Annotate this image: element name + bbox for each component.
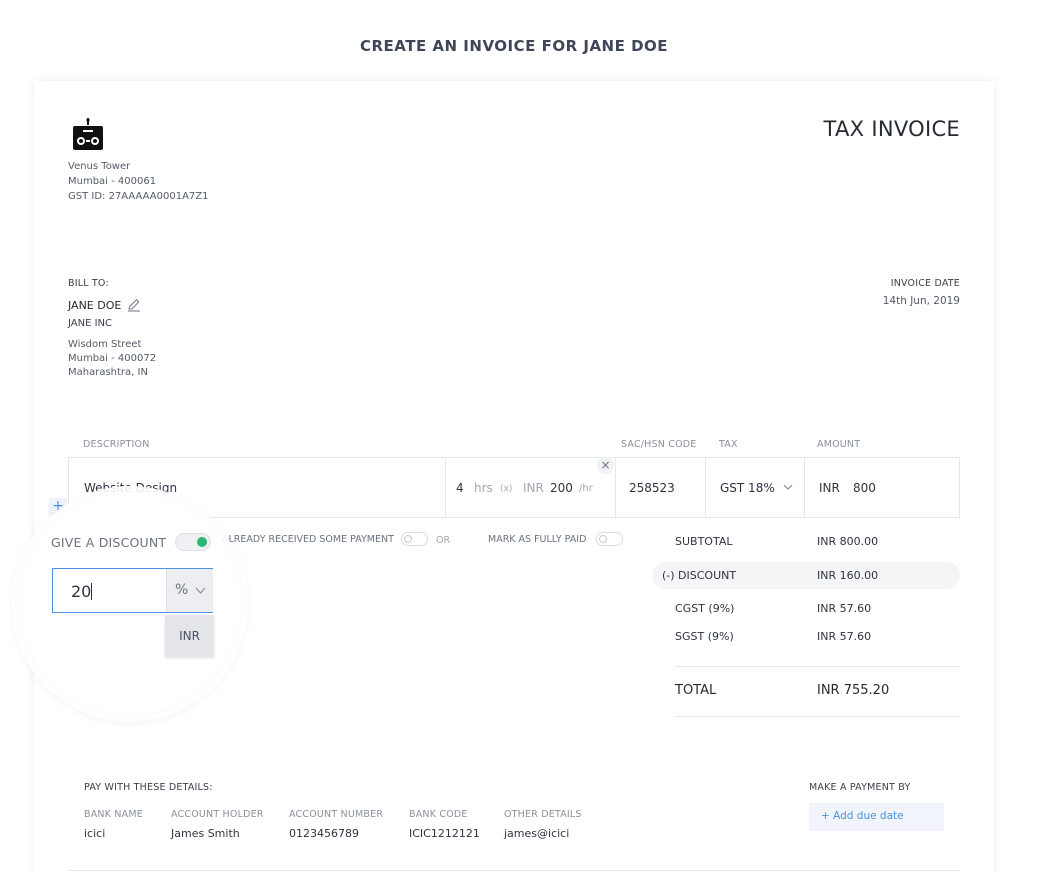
discount-unit-value: % <box>175 582 189 598</box>
rate-unit: /hr <box>579 483 593 494</box>
line-item-row: Website Design 4 hrs (x) INR 200 /hr × 2… <box>68 457 960 518</box>
account-number-label: ACCOUNT NUMBER <box>289 809 384 820</box>
col-amount-header: AMOUNT <box>817 439 861 450</box>
discount-label: GIVE A DISCOUNT <box>51 535 167 550</box>
subtotal-label: SUBTOTAL <box>675 535 733 548</box>
remove-item-icon[interactable]: × <box>597 457 614 474</box>
cgst-label: CGST (9%) <box>675 602 735 615</box>
received-payment-label: ALREADY RECEIVED SOME PAYMENT <box>222 534 394 545</box>
quantity-unit: hrs <box>474 481 493 495</box>
col-tax-header: TAX <box>719 439 738 450</box>
summary-divider <box>675 666 960 667</box>
item-rate-input[interactable]: 200 <box>550 481 573 495</box>
discount-value: INR 160.00 <box>817 569 879 582</box>
amount-currency: INR <box>819 481 840 495</box>
discount-input[interactable]: 20 % <box>52 568 213 613</box>
edit-client-icon[interactable] <box>127 298 141 312</box>
col-description-header: DESCRIPTION <box>83 439 150 450</box>
company-logo-icon <box>73 118 103 150</box>
account-holder-value: James Smith <box>171 827 240 840</box>
add-due-date-button[interactable]: + Add due date <box>809 803 944 831</box>
cgst-value: INR 57.60 <box>817 602 872 615</box>
tax-select-value: GST 18% <box>720 481 775 495</box>
total-divider <box>675 716 960 717</box>
chevron-down-icon <box>195 587 206 594</box>
sgst-value: INR 57.60 <box>817 630 872 643</box>
received-payment-toggle[interactable] <box>401 532 428 546</box>
discount-unit-option-inr[interactable]: INR <box>165 615 214 657</box>
invoice-card: TAX INVOICE Venus Tower Mumbai - 400061 … <box>34 81 994 872</box>
payment-details-title: PAY WITH THESE DETAILS: <box>84 782 213 793</box>
tax-select[interactable]: GST 18% <box>705 458 804 517</box>
item-sac-input[interactable]: 258523 <box>629 481 675 495</box>
client-company: JANE INC <box>68 318 113 329</box>
account-number-value: 0123456789 <box>289 827 359 840</box>
bill-to-label: BILL TO: <box>68 278 109 289</box>
add-item-button[interactable]: + <box>49 498 67 516</box>
item-amount: 800 <box>853 481 876 495</box>
invoice-title: TAX INVOICE <box>823 117 960 141</box>
item-description-input[interactable]: Website Design <box>84 481 177 495</box>
sgst-label: SGST (9%) <box>675 630 734 643</box>
bank-name-value: icici <box>84 827 106 840</box>
multiply-sign: (x) <box>500 484 513 494</box>
discount-label: (-) DISCOUNT <box>662 569 737 582</box>
subtotal-value: INR 800.00 <box>817 535 879 548</box>
account-holder-label: ACCOUNT HOLDER <box>171 809 264 820</box>
chevron-down-icon <box>783 484 793 490</box>
fully-paid-label: MARK AS FULLY PAID <box>488 534 587 545</box>
item-quantity-input[interactable]: 4 <box>456 481 464 495</box>
due-date-label: MAKE A PAYMENT BY <box>809 782 911 793</box>
bank-code-value: ICIC1212121 <box>409 827 480 840</box>
col-sac-header: SAC/HSN CODE <box>621 439 697 450</box>
fully-paid-toggle[interactable] <box>596 532 623 546</box>
other-details-label: OTHER DETAILS <box>504 809 582 820</box>
client-address-line2: Mumbai - 400072 <box>68 353 157 364</box>
bank-code-label: BANK CODE <box>409 809 468 820</box>
discount-value-text: 20 <box>71 582 92 601</box>
other-details-value: james@icici <box>504 827 570 840</box>
or-separator: OR <box>436 535 451 546</box>
client-address-line3: Maharashtra, IN <box>68 367 148 378</box>
page-title: CREATE AN INVOICE FOR JANE DOE <box>359 37 669 55</box>
client-address-line1: Wisdom Street <box>68 339 142 350</box>
bank-name-label: BANK NAME <box>84 809 143 820</box>
total-label: TOTAL <box>675 683 717 698</box>
discount-unit-select[interactable]: % <box>166 569 213 612</box>
discount-toggle[interactable] <box>175 533 211 551</box>
total-value: INR 755.20 <box>817 683 890 698</box>
rate-currency: INR <box>523 481 544 495</box>
invoice-date-label: INVOICE DATE <box>890 278 960 289</box>
company-address-line1: Venus Tower <box>68 161 131 172</box>
invoice-date-value[interactable]: 14th Jun, 2019 <box>883 295 960 307</box>
footer-divider <box>68 870 960 871</box>
company-address-line2: Mumbai - 400061 <box>68 176 157 187</box>
client-name: JANE DOE <box>68 299 122 312</box>
company-gst: GST ID: 27AAAAA0001A7Z1 <box>68 191 209 202</box>
